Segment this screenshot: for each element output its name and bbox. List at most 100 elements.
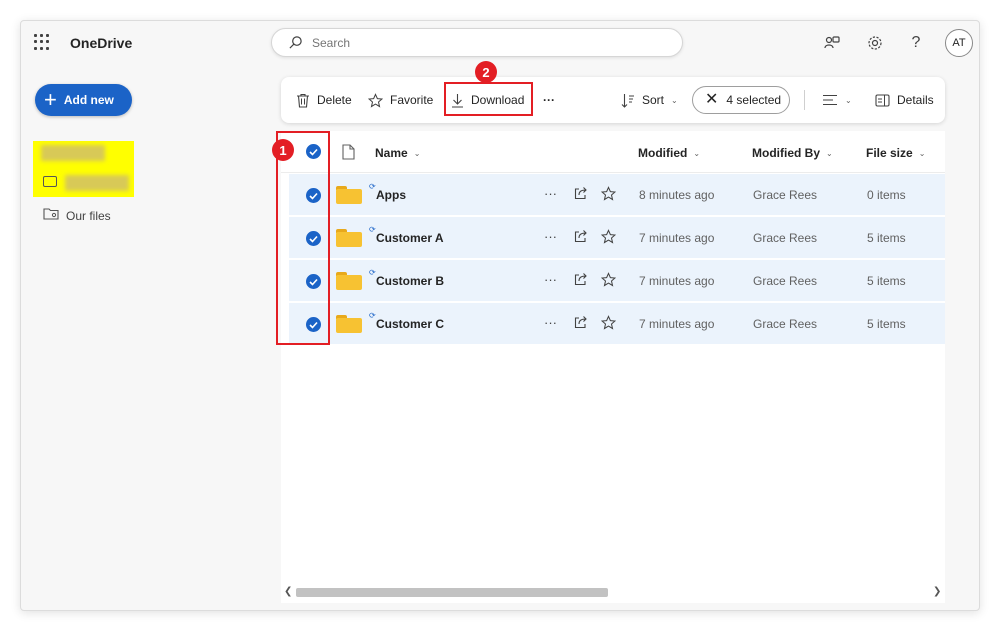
file-type-icon[interactable] xyxy=(342,144,355,160)
table-row[interactable]: ⟳ Customer B ··· 7 minutes ago Grace Ree… xyxy=(289,260,945,302)
divider xyxy=(804,90,805,110)
favorite-button[interactable]: Favorite xyxy=(368,90,433,110)
sort-label: Sort xyxy=(642,93,665,107)
share-icon[interactable] xyxy=(574,186,588,203)
chevron-down-icon: ⌄ xyxy=(845,95,852,105)
table-row[interactable]: ⟳ Customer C ··· 7 minutes ago Grace Ree… xyxy=(289,303,945,345)
plus-icon: + xyxy=(44,87,57,112)
search-icon xyxy=(288,35,303,55)
favorite-label: Favorite xyxy=(390,93,434,107)
folder-icon xyxy=(43,176,57,187)
app-launcher-icon[interactable] xyxy=(34,34,50,50)
close-icon[interactable]: ✕ xyxy=(705,92,718,108)
details-label: Details xyxy=(897,93,934,107)
view-options-button[interactable]: ⌄ xyxy=(822,90,852,110)
share-icon[interactable] xyxy=(574,315,588,332)
file-name[interactable]: Customer A xyxy=(376,231,444,245)
details-button[interactable]: Details xyxy=(875,90,934,110)
star-icon[interactable] xyxy=(600,229,617,247)
modified-cell: 7 minutes ago xyxy=(639,274,715,288)
star-icon[interactable] xyxy=(600,315,617,333)
delete-button[interactable]: Delete xyxy=(296,90,352,110)
add-new-button[interactable]: + Add new xyxy=(35,84,132,116)
column-header-file-size[interactable]: File size ⌄ xyxy=(866,146,925,160)
column-label: Modified By xyxy=(752,146,820,160)
file-size-cell: 5 items xyxy=(867,317,906,331)
column-label: Name xyxy=(375,146,408,160)
folder-icon xyxy=(336,315,362,333)
avatar[interactable]: AT xyxy=(945,29,973,57)
column-label: Modified xyxy=(638,146,688,160)
step-badge-1: 1 xyxy=(272,139,294,161)
download-label: Download xyxy=(471,93,525,107)
horizontal-scrollbar[interactable]: ❮ ❯ xyxy=(281,583,945,603)
sort-button[interactable]: Sort ⌄ xyxy=(621,90,678,110)
table-row[interactable]: ⟳ Apps ··· 8 minutes ago Grace Rees 0 it… xyxy=(289,174,945,216)
file-list: Name ⌄ Modified ⌄ Modified By ⌄ File size ⌄ … xyxy=(281,131,945,603)
modified-cell: 7 minutes ago xyxy=(639,231,715,245)
list-header: Name ⌄ Modified ⌄ Modified By ⌄ File size ⌄ xyxy=(281,131,945,173)
star-icon xyxy=(368,92,383,108)
sidebar-item-label: Our files xyxy=(66,208,111,223)
redacted-label xyxy=(65,175,129,191)
row-more-button[interactable]: ··· xyxy=(544,229,557,244)
folder-icon xyxy=(336,186,362,204)
modified-cell: 7 minutes ago xyxy=(639,317,715,331)
selection-count-pill[interactable]: ✕ 4 selected xyxy=(692,86,790,114)
star-icon[interactable] xyxy=(600,272,617,290)
modified-cell: 8 minutes ago xyxy=(639,188,715,202)
list-view-icon xyxy=(822,94,838,106)
add-new-label: Add new xyxy=(63,93,114,107)
sidebar-item-our-files[interactable]: Our files xyxy=(43,207,111,224)
help-icon[interactable]: ? xyxy=(906,33,926,53)
chevron-down-icon: ⌄ xyxy=(413,148,421,158)
file-name[interactable]: Customer B xyxy=(376,274,444,288)
column-header-name[interactable]: Name ⌄ xyxy=(375,146,420,160)
app-title[interactable]: OneDrive xyxy=(70,35,132,51)
sort-icon xyxy=(621,93,635,108)
search-input[interactable] xyxy=(312,34,612,52)
checkbox-column-highlight xyxy=(276,131,330,345)
chevron-down-icon: ⌄ xyxy=(671,95,678,105)
download-icon xyxy=(451,93,464,108)
sync-status-icon: ⟳ xyxy=(369,311,376,320)
row-more-button[interactable]: ··· xyxy=(544,186,557,201)
step-badge-2: 2 xyxy=(475,61,497,83)
folder-icon xyxy=(336,229,362,247)
details-pane-icon xyxy=(875,93,890,107)
file-name[interactable]: Customer C xyxy=(376,317,444,331)
file-size-cell: 5 items xyxy=(867,231,906,245)
file-size-cell: 5 items xyxy=(867,274,906,288)
search-box[interactable] xyxy=(271,28,683,57)
sync-status-icon: ⟳ xyxy=(369,225,376,234)
scroll-left-icon[interactable]: ❮ xyxy=(284,586,292,597)
file-size-cell: 0 items xyxy=(867,188,906,202)
share-icon[interactable] xyxy=(574,272,588,289)
settings-gear-icon[interactable] xyxy=(865,33,885,53)
trash-icon xyxy=(296,93,310,108)
modified-by-cell[interactable]: Grace Rees xyxy=(753,231,817,245)
more-actions-button[interactable]: ··· xyxy=(543,90,555,110)
command-bar: Delete Favorite Download ··· Sort ⌄ ✕ 4 … xyxy=(281,77,945,123)
row-more-button[interactable]: ··· xyxy=(544,272,557,287)
folder-icon xyxy=(336,272,362,290)
modified-by-cell[interactable]: Grace Rees xyxy=(753,317,817,331)
column-label: File size xyxy=(866,146,913,160)
top-bar: OneDrive ? AT xyxy=(21,21,979,65)
table-row[interactable]: ⟳ Customer A ··· 7 minutes ago Grace Ree… xyxy=(289,217,945,259)
scrollbar-thumb[interactable] xyxy=(296,588,608,597)
file-name[interactable]: Apps xyxy=(376,188,406,202)
modified-by-cell[interactable]: Grace Rees xyxy=(753,274,817,288)
modified-by-cell[interactable]: Grace Rees xyxy=(753,188,817,202)
download-button[interactable]: Download xyxy=(451,90,524,110)
column-header-modified[interactable]: Modified ⌄ xyxy=(638,146,700,160)
scroll-right-icon[interactable]: ❯ xyxy=(933,586,941,597)
delete-label: Delete xyxy=(317,93,352,107)
sync-status-icon: ⟳ xyxy=(369,268,376,277)
share-people-icon[interactable] xyxy=(822,33,842,53)
column-header-modified-by[interactable]: Modified By ⌄ xyxy=(752,146,833,160)
redacted-label xyxy=(41,145,105,161)
share-icon[interactable] xyxy=(574,229,588,246)
star-icon[interactable] xyxy=(600,186,617,204)
row-more-button[interactable]: ··· xyxy=(544,315,557,330)
